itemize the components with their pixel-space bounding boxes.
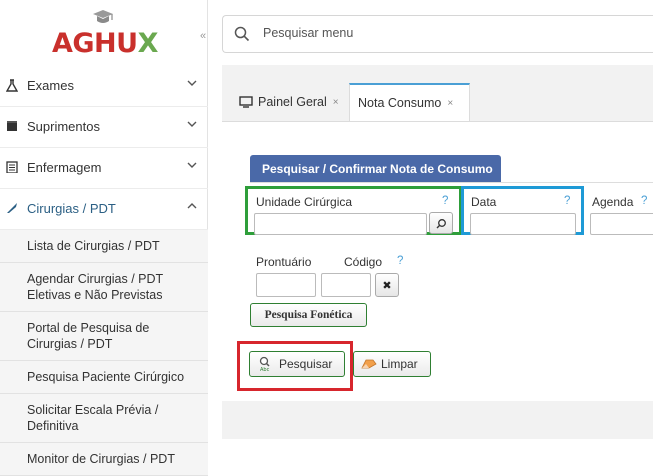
sidebar-item-suprimentos[interactable]: Suprimentos [0,107,208,148]
sidebar-menu: Exames Suprimentos Enfermagem Cirurgias … [0,70,208,476]
button-label: Limpar [381,357,418,371]
agenda-input[interactable] [590,213,653,235]
sidebar-item-label: Suprimentos [27,119,100,134]
submenu-item[interactable]: Lista de Cirurgias / PDT [0,230,208,263]
submenu-item[interactable]: Solicitar Escala Prévia / Definitiva [0,394,208,443]
codigo-input[interactable] [321,273,371,297]
box-icon [6,120,18,134]
button-label: Pesquisar [279,357,333,371]
limpar-button[interactable]: Limpar [353,351,431,377]
graduation-cap-icon [93,10,113,23]
submenu-item[interactable]: Agendar Cirurgias / PDT Eletivas e Não P… [0,263,208,312]
help-icon[interactable]: ? [442,195,448,207]
tab-label: Painel Geral [258,95,327,109]
tab-bar: Painel Geral × Nota Consumo × [222,83,653,121]
collapse-sidebar-icon[interactable]: « [200,30,206,42]
search-abc-icon: Abc [259,356,270,372]
chevron-down-icon [187,162,197,168]
tab-painel-geral[interactable]: Painel Geral × [230,83,348,121]
submenu-item[interactable]: Pesquisa Paciente Cirúrgico [0,361,208,394]
submenu-cirurgias: Lista de Cirurgias / PDT Agendar Cirurgi… [0,230,208,476]
data-input[interactable] [470,213,576,235]
data-label: Data [471,195,497,209]
close-tab-icon[interactable]: × [447,98,453,109]
menu-search-box [222,15,653,53]
unidade-label: Unidade Cirúrgica [256,195,353,209]
submenu-item[interactable]: Monitor de Cirurgias / PDT [0,443,208,476]
flask-icon [5,79,19,93]
sidebar-item-label: Exames [27,78,74,93]
logo-text: AGHUX [52,28,158,59]
tab-label: Nota Consumo [358,96,442,110]
scalpel-icon [6,202,18,216]
search-input[interactable] [261,25,621,41]
nota-consumo-panel: Pesquisar / Confirmar Nota de Consumo Un… [222,121,653,401]
tab-nota-consumo[interactable]: Nota Consumo × [349,83,470,121]
sidebar-item-enfermagem[interactable]: Enfermagem [0,148,208,189]
sidebar-item-label: Enfermagem [27,160,102,175]
prontuario-input[interactable] [256,273,316,297]
search-icon [436,218,446,228]
help-icon[interactable]: ? [397,255,403,267]
content-area: Painel Geral × Nota Consumo × Pesquisar … [222,65,653,439]
search-icon [234,26,250,42]
eraser-icon [361,359,377,369]
clear-codigo-button[interactable]: ✖ [375,273,399,297]
help-icon[interactable]: ? [564,195,570,207]
sidebar-item-label: Cirurgias / PDT [27,201,116,216]
close-icon: ✖ [382,279,392,292]
prontuario-label: Prontuário [256,255,312,269]
submenu-item[interactable]: Portal de Pesquisa de Cirurgias / PDT [0,312,208,361]
aghux-logo[interactable]: AGHUX [52,8,158,64]
agenda-label: Agenda [592,195,634,209]
pesquisar-button[interactable]: Abc Pesquisar [249,351,345,377]
button-label: Pesquisa Fonética [264,309,353,321]
search-unidade-button[interactable] [429,212,453,234]
chevron-up-icon [187,203,197,209]
close-tab-icon[interactable]: × [333,97,339,108]
sidebar-item-cirurgias-pdt[interactable]: Cirurgias / PDT [0,189,208,230]
monitor-icon [239,96,253,108]
pesquisa-fonetica-button[interactable]: Pesquisa Fonética [250,303,367,327]
clipboard-icon [6,161,18,175]
svg-text:Abc: Abc [260,367,270,372]
sidebar-item-exames[interactable]: Exames [0,66,208,107]
unidade-input[interactable] [254,213,427,235]
chevron-down-icon [187,121,197,127]
sidebar: AGHUX Exames Suprimentos Enfermagem Ciru… [0,0,208,476]
panel-title: Pesquisar / Confirmar Nota de Consumo [250,155,501,182]
chevron-down-icon [187,80,197,86]
codigo-label: Código [344,255,383,269]
help-icon[interactable]: ? [641,195,647,207]
